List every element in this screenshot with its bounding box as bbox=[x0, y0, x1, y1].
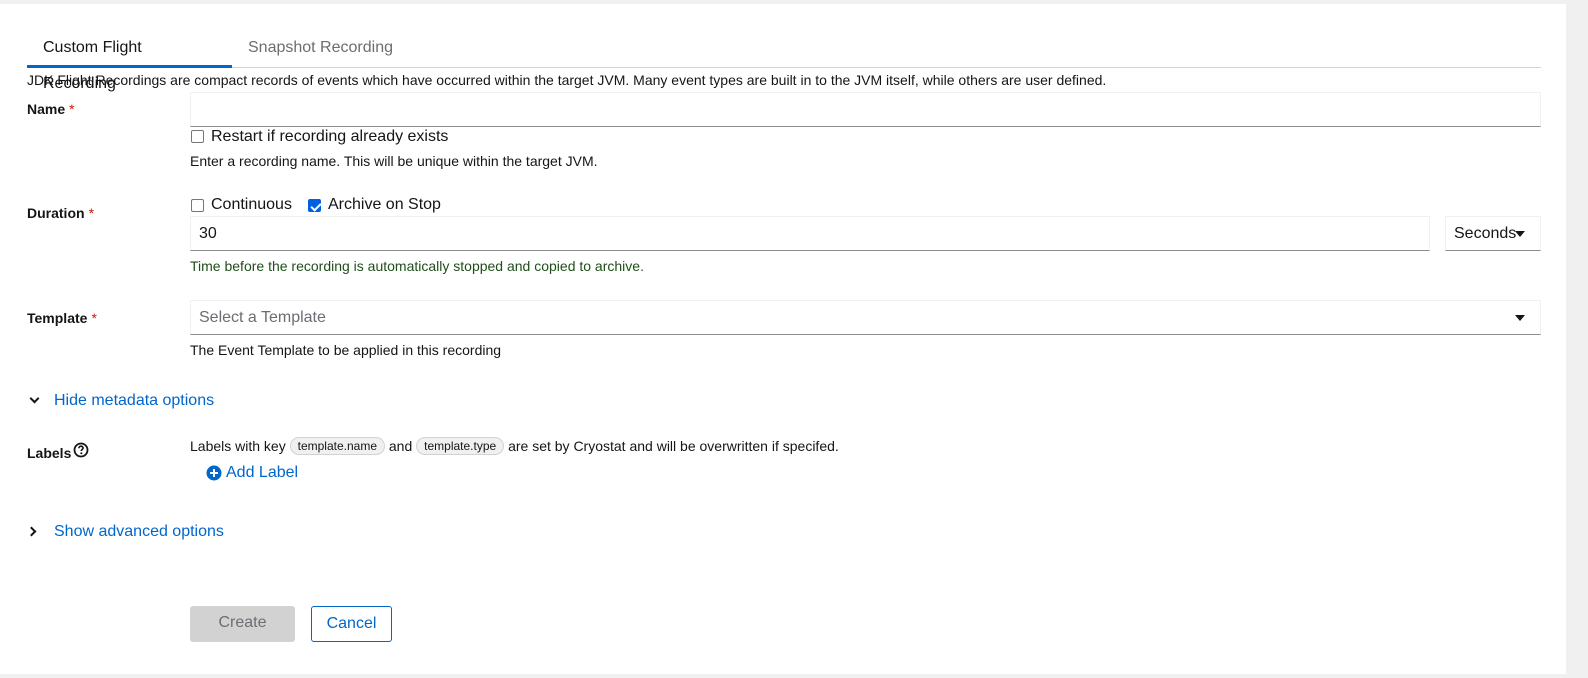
labels-help-prefix: Labels with key bbox=[190, 438, 286, 454]
hide-metadata-options-toggle[interactable]: Hide metadata options bbox=[54, 392, 214, 410]
continuous-checkbox[interactable] bbox=[191, 199, 204, 212]
tab-custom-flight-recording[interactable]: Custom Flight Recording bbox=[27, 30, 232, 92]
archive-on-stop-checkbox-label[interactable]: Archive on Stop bbox=[328, 196, 441, 214]
duration-label-text: Duration bbox=[27, 205, 85, 221]
duration-input[interactable]: 30 bbox=[190, 216, 1430, 251]
duration-unit-select[interactable]: Seconds bbox=[1445, 216, 1541, 251]
labels-help-suffix: are set by Cryostat and will be overwrit… bbox=[508, 438, 839, 454]
caret-down-icon bbox=[1515, 315, 1525, 321]
name-helper-text: Enter a recording name. This will be uni… bbox=[190, 153, 598, 169]
template-select-placeholder: Select a Template bbox=[199, 309, 326, 326]
help-icon[interactable] bbox=[73, 442, 89, 458]
caret-down-icon bbox=[1515, 231, 1525, 237]
add-label-button[interactable]: Add Label bbox=[226, 464, 298, 482]
labels-helper-text: Labels with key template.name and templa… bbox=[190, 437, 839, 455]
recording-description: JDK Flight Recordings are compact record… bbox=[27, 72, 1107, 88]
show-advanced-options-toggle[interactable]: Show advanced options bbox=[54, 523, 224, 541]
template-helper-text: The Event Template to be applied in this… bbox=[190, 342, 502, 358]
label-chip-template-name: template.name bbox=[289, 437, 385, 455]
continuous-checkbox-label[interactable]: Continuous bbox=[211, 196, 292, 214]
template-label: Template * bbox=[27, 310, 97, 326]
labels-label: Labels bbox=[27, 445, 71, 461]
template-label-text: Template bbox=[27, 310, 88, 326]
archive-on-stop-checkbox[interactable] bbox=[308, 199, 321, 212]
cancel-button[interactable]: Cancel bbox=[311, 606, 392, 642]
plus-circle-icon[interactable] bbox=[206, 465, 222, 481]
name-input[interactable] bbox=[190, 92, 1541, 127]
name-label: Name * bbox=[27, 101, 75, 117]
required-indicator: * bbox=[88, 205, 95, 221]
duration-helper-text: Time before the recording is automatical… bbox=[190, 258, 644, 274]
labels-label-text: Labels bbox=[27, 445, 72, 461]
duration-label: Duration * bbox=[27, 205, 94, 221]
required-indicator: * bbox=[91, 310, 97, 326]
create-button[interactable]: Create bbox=[190, 606, 295, 642]
template-select[interactable]: Select a Template bbox=[190, 300, 1541, 335]
restart-checkbox-label[interactable]: Restart if recording already exists bbox=[211, 128, 448, 146]
duration-unit-value: Seconds bbox=[1454, 225, 1517, 242]
tab-snapshot-recording[interactable]: Snapshot Recording bbox=[232, 30, 422, 68]
recording-tabs: Custom Flight Recording Snapshot Recordi… bbox=[27, 30, 1541, 92]
restart-checkbox[interactable] bbox=[191, 130, 204, 143]
required-indicator: * bbox=[69, 101, 75, 117]
label-chip-template-type: template.type bbox=[416, 437, 505, 455]
labels-help-and: and bbox=[388, 438, 413, 454]
name-label-text: Name bbox=[27, 101, 66, 117]
